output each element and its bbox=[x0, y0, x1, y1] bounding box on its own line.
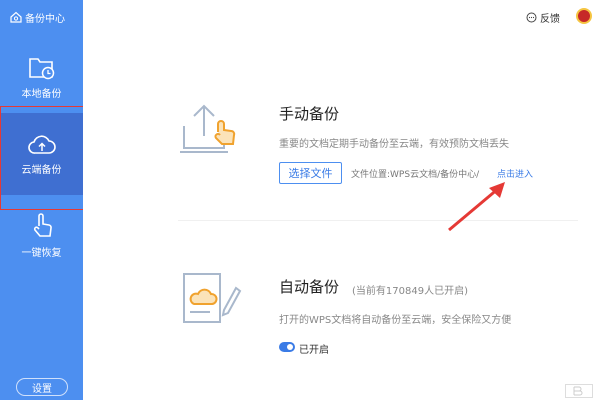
manual-backup-description: 重要的文档定期手动备份至云端，有效预防文档丢失 bbox=[279, 139, 509, 150]
upload-hand-icon bbox=[180, 104, 236, 153]
home-cloud-icon bbox=[10, 11, 22, 23]
sidebar-item-label: 云端备份 bbox=[21, 164, 62, 176]
folder-clock-icon bbox=[28, 58, 54, 80]
auto-backup-toggle[interactable] bbox=[279, 342, 295, 352]
enter-link[interactable]: 点击进入 bbox=[497, 167, 533, 180]
avatar[interactable] bbox=[576, 8, 592, 24]
section-divider bbox=[178, 220, 578, 221]
sidebar-item-label: 一键恢复 bbox=[21, 248, 62, 259]
sidebar-header: 备份中心 bbox=[0, 0, 83, 34]
sidebar: 备份中心 本地备份 云端备份 一键恢复 设置 bbox=[0, 0, 83, 400]
auto-backup-toggle-label: 已开启 bbox=[299, 345, 329, 356]
chat-bubble-icon bbox=[526, 12, 537, 23]
settings-button[interactable]: 设置 bbox=[16, 378, 68, 396]
main-content bbox=[83, 34, 600, 400]
sidebar-item-restore[interactable]: 一键恢复 bbox=[0, 212, 83, 262]
tap-hand-icon bbox=[33, 213, 52, 237]
choose-file-button[interactable]: 选择文件 bbox=[279, 162, 342, 184]
top-bar: 反馈 bbox=[83, 0, 600, 34]
auto-backup-title: 自动备份 bbox=[279, 278, 340, 296]
watermark-icon bbox=[573, 386, 583, 396]
sidebar-item-label: 本地备份 bbox=[21, 89, 62, 100]
sidebar-item-cloud-backup[interactable]: 云端备份 bbox=[0, 113, 83, 195]
feedback-label: 反馈 bbox=[540, 14, 560, 25]
manual-backup-title: 手动备份 bbox=[279, 105, 340, 123]
auto-backup-description: 打开的WPS文档将自动备份至云端，安全保险又方便 bbox=[279, 315, 512, 326]
watermark-logo bbox=[565, 384, 593, 398]
sidebar-item-local-backup[interactable]: 本地备份 bbox=[0, 55, 83, 103]
sidebar-title: 备份中心 bbox=[25, 13, 65, 25]
feedback-button[interactable]: 反馈 bbox=[526, 10, 560, 25]
file-location-text: 文件位置:WPS云文档/备份中心/ bbox=[351, 170, 480, 180]
cloud-document-edit-icon bbox=[183, 273, 242, 323]
auto-backup-count: (当前有170849人已开启) bbox=[352, 286, 468, 297]
cloud-upload-icon bbox=[27, 134, 56, 154]
